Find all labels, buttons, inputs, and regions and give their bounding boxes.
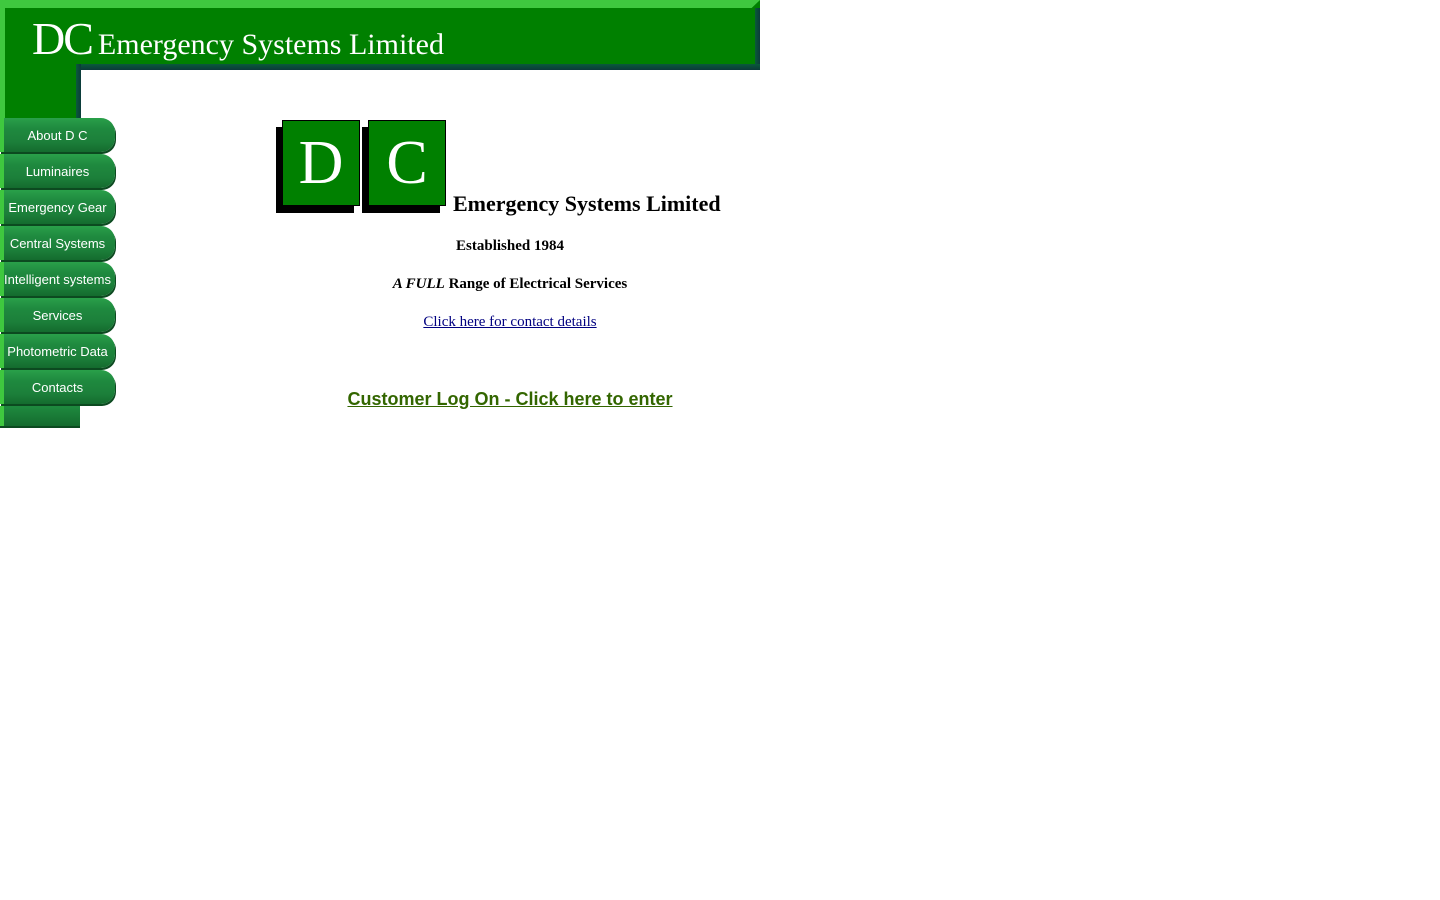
site-title: DC Emergency Systems Limited: [32, 14, 444, 64]
side-nav: About D C Luminaires Emergency Gear Cent…: [0, 118, 118, 428]
site-title-initials: DC: [32, 13, 94, 64]
banner-shadow: [755, 8, 760, 70]
banner-shadow-bottom: [80, 64, 760, 70]
logo-letter-c: C: [368, 120, 446, 206]
banner-left-highlight: [0, 0, 5, 120]
nav-item-label: Services: [32, 307, 83, 323]
nav-footer: [0, 406, 80, 428]
established-text: Established 1984: [456, 238, 564, 254]
nav-item-label: Photometric Data: [7, 343, 108, 359]
logo-letter-d: D: [282, 120, 360, 206]
company-name: Emergency Systems Limited: [453, 191, 721, 216]
nav-item-label: Contacts: [31, 379, 84, 395]
banner-highlight: [0, 0, 760, 8]
nav-item-label: Emergency Gear: [8, 199, 107, 215]
site-title-name: Emergency Systems Limited: [97, 28, 444, 61]
customer-login-link[interactable]: Customer Log On - Click here to enter: [347, 389, 672, 409]
contact-link-wrap: Click here for contact details: [260, 314, 760, 331]
nav-item-label: Intelligent systems: [4, 271, 111, 287]
nav-item-photometric-data[interactable]: Photometric Data: [0, 334, 115, 368]
nav-item-luminaires[interactable]: Luminaires: [0, 154, 115, 188]
nav-item-label: About D C: [27, 127, 88, 143]
nav-item-emergency-gear[interactable]: Emergency Gear: [0, 190, 115, 224]
nav-item-label: Luminaires: [25, 163, 90, 179]
nav-item-services[interactable]: Services: [0, 298, 115, 332]
tagline-emphasis: A FULL: [392, 276, 445, 292]
nav-item-central-systems[interactable]: Central Systems: [0, 226, 115, 260]
login-link-wrap: Customer Log On - Click here to enter: [260, 389, 760, 410]
tagline: A FULL Range of Electrical Services: [260, 276, 760, 293]
nav-item-contacts[interactable]: Contacts: [0, 370, 115, 404]
nav-item-intelligent-systems[interactable]: Intelligent systems: [0, 262, 115, 296]
nav-item-label: Central Systems: [9, 235, 106, 251]
nav-item-about[interactable]: About D C: [0, 118, 115, 152]
tagline-rest: Range of Electrical Services: [444, 276, 628, 292]
contact-details-link[interactable]: Click here for contact details: [423, 314, 596, 330]
side-strip-shadow: [76, 64, 81, 120]
